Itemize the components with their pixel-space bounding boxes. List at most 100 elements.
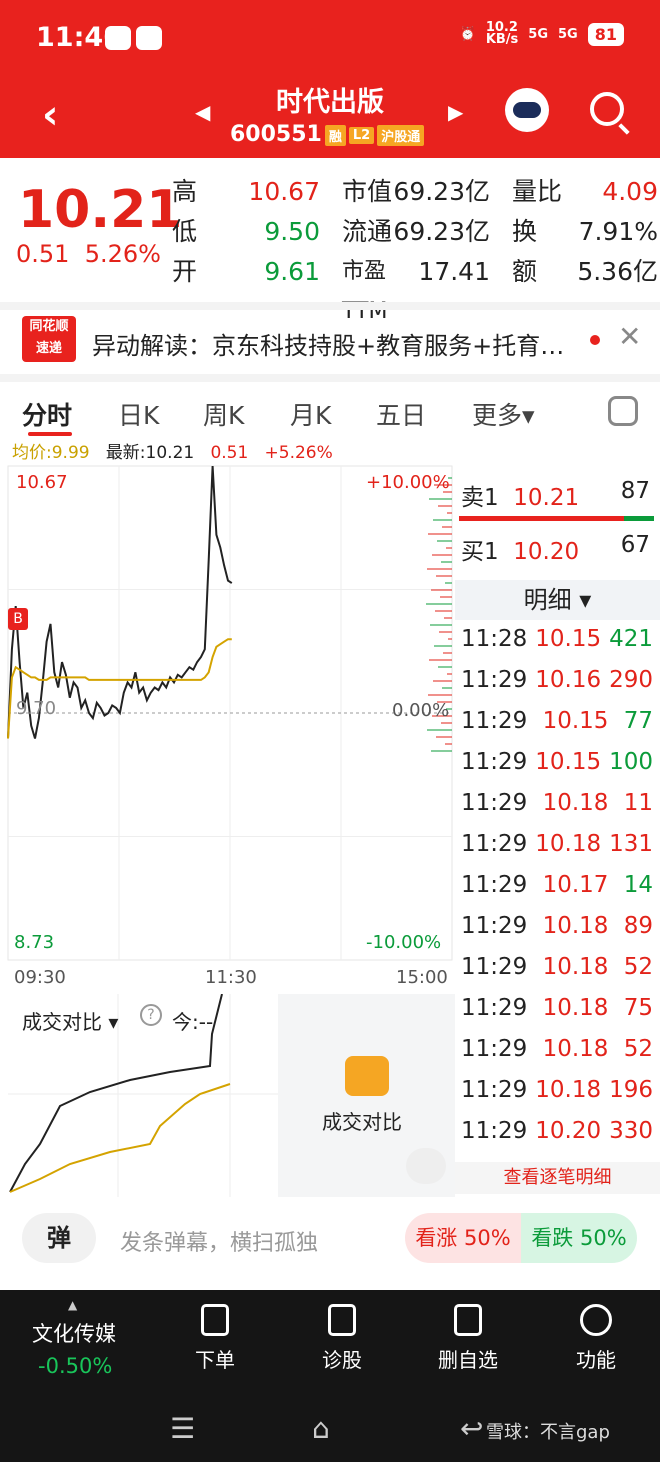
unread-dot bbox=[590, 335, 600, 345]
status-right: ⏰ 10.2 KB/s 5G 5G 81 bbox=[459, 20, 624, 47]
trade-price: 10.18 bbox=[542, 913, 609, 939]
functions-icon bbox=[580, 1304, 612, 1336]
x-label-close: 15:00 bbox=[396, 967, 448, 988]
y-label-high: 10.67 bbox=[16, 472, 68, 493]
quote-col-1: 高 10.67 低 9.50 开 9.61 bbox=[172, 172, 320, 292]
close-icon[interactable]: ✕ bbox=[618, 320, 641, 353]
buy-1-row: 买1 10.20 bbox=[461, 532, 579, 566]
danmaku-input[interactable]: 发条弹幕，横扫孤独 bbox=[120, 1225, 318, 1257]
robot-assistant-icon[interactable] bbox=[505, 88, 549, 132]
chart-svg bbox=[7, 465, 453, 961]
trade-price: 10.17 bbox=[542, 872, 609, 898]
next-stock-icon[interactable]: ▶ bbox=[448, 100, 463, 124]
logo-line-1: 同花顺 bbox=[29, 319, 69, 334]
order-button[interactable]: 下单 bbox=[175, 1304, 255, 1373]
help-icon[interactable]: ? bbox=[140, 1004, 162, 1026]
watermark: 雪球：不言gap bbox=[486, 1422, 610, 1443]
trade-time: 11:29 bbox=[461, 1118, 528, 1144]
tab-intraday[interactable]: 分时 bbox=[22, 396, 72, 432]
float-value: 69.23亿 bbox=[393, 217, 490, 246]
app-notification-icon bbox=[105, 26, 131, 50]
trade-volume: 77 bbox=[623, 708, 653, 734]
trade-volume: 52 bbox=[623, 1036, 653, 1062]
bullish-vote-button[interactable]: 看涨 50% bbox=[405, 1213, 521, 1263]
trade-price: 10.15 bbox=[535, 626, 602, 652]
y-label-mid: 9.70 bbox=[16, 698, 57, 719]
change-value: 0.51 bbox=[16, 240, 70, 268]
vol-ratio-label: 量比 bbox=[512, 177, 563, 206]
x-label-open: 09:30 bbox=[14, 967, 66, 988]
stock-name: 时代出版 bbox=[276, 87, 384, 118]
buy-1-vol: 67 bbox=[620, 532, 650, 558]
trade-time: 11:29 bbox=[461, 872, 528, 898]
trade-time: 11:29 bbox=[461, 1036, 528, 1062]
trade-row: 11:29 10.18 89 bbox=[461, 913, 653, 939]
stock-code: 600551 bbox=[230, 122, 322, 147]
diagnose-button[interactable]: 诊股 bbox=[302, 1304, 382, 1373]
expand-icon[interactable] bbox=[406, 1148, 446, 1184]
mktcap-label: 市值 bbox=[342, 177, 393, 206]
expand-up-icon[interactable]: ▲ bbox=[68, 1298, 77, 1312]
settings-gear-icon[interactable] bbox=[608, 396, 638, 426]
remove-watchlist-button[interactable]: 删自选 bbox=[428, 1304, 508, 1373]
danmaku-toggle[interactable]: 弹 bbox=[22, 1213, 96, 1263]
sector-name[interactable]: 文化传媒 bbox=[32, 1318, 116, 1348]
order-label: 下单 bbox=[195, 1348, 235, 1372]
volume-compare-panel: 成交对比 ▾ ? 今:-- 成交对比 bbox=[0, 993, 455, 1197]
l2-tag: L2 bbox=[348, 126, 375, 144]
news-banner[interactable]: 同花顺速递 异动解读：京东科技持股+教育服务+托育… ✕ bbox=[0, 302, 660, 366]
today-label: 今:-- bbox=[172, 1010, 214, 1034]
lock-label[interactable]: 成交对比 bbox=[322, 1106, 402, 1135]
ratio-bar bbox=[459, 516, 654, 521]
trade-price: 10.18 bbox=[542, 790, 609, 816]
signal-2: 5G bbox=[558, 26, 578, 42]
back-nav-icon[interactable]: ↩ bbox=[460, 1412, 483, 1445]
y-label-low: 8.73 bbox=[14, 932, 55, 953]
tab-more[interactable]: 更多▾ bbox=[472, 396, 535, 432]
y-label-right-high: +10.00% bbox=[366, 472, 450, 493]
home-icon[interactable]: ⌂ bbox=[312, 1412, 330, 1445]
lock-icon[interactable] bbox=[345, 1056, 389, 1096]
remove-watchlist-icon bbox=[454, 1304, 482, 1336]
trade-row: 11:28 10.15 421 bbox=[461, 626, 653, 652]
alarm-icon: ⏰ bbox=[459, 26, 476, 42]
menu-icon[interactable]: ☰ bbox=[170, 1412, 195, 1445]
battery-indicator: 81 bbox=[587, 22, 624, 46]
intraday-chart[interactable]: 10.67 9.70 8.73 +10.00% 0.00% -10.00% 09… bbox=[0, 462, 455, 992]
news-logo: 同花顺 速递 bbox=[22, 316, 76, 362]
sell-1-vol: 87 bbox=[620, 478, 650, 504]
trade-price: 10.18 bbox=[542, 995, 609, 1021]
tab-weekly[interactable]: 周K bbox=[203, 396, 244, 432]
search-icon[interactable] bbox=[590, 92, 624, 126]
trade-time: 11:28 bbox=[461, 626, 528, 652]
logo-line-2: 速递 bbox=[35, 341, 62, 356]
low-value: 9.50 bbox=[264, 217, 320, 246]
connect-tag: 沪股通 bbox=[377, 124, 425, 146]
remove-watchlist-label: 删自选 bbox=[438, 1348, 498, 1372]
detail-dropdown[interactable]: 明细 ▾ bbox=[455, 580, 660, 620]
volume-compare-dropdown[interactable]: 成交对比 ▾ bbox=[22, 1006, 118, 1035]
trade-time: 11:29 bbox=[461, 790, 528, 816]
trade-time: 11:29 bbox=[461, 667, 528, 693]
bearish-vote-button[interactable]: 看跌 50% bbox=[521, 1213, 637, 1263]
trade-row: 11:29 10.15 77 bbox=[461, 708, 653, 734]
trade-price: 10.15 bbox=[542, 708, 609, 734]
diagnose-icon bbox=[328, 1304, 356, 1336]
location-icon bbox=[136, 26, 162, 50]
trade-volume: 100 bbox=[609, 749, 653, 775]
quote-panel: 10.21 0.51 5.26% 高 10.67 低 9.50 开 9.61 市值 69… bbox=[0, 158, 660, 324]
tab-daily[interactable]: 日K bbox=[118, 396, 159, 432]
open-value: 9.61 bbox=[264, 257, 320, 286]
tab-monthly[interactable]: 月K bbox=[290, 396, 331, 432]
functions-button[interactable]: 功能 bbox=[556, 1304, 636, 1373]
trade-volume: 196 bbox=[609, 1077, 653, 1103]
news-text[interactable]: 异动解读：京东科技持股+教育服务+托育… bbox=[92, 326, 564, 361]
amount-value: 5.36亿 bbox=[577, 257, 658, 286]
info-change: 0.51 bbox=[210, 443, 249, 463]
view-all-trades-button[interactable]: 查看逐笔明细 bbox=[455, 1162, 660, 1194]
trade-row: 11:29 10.17 14 bbox=[461, 872, 653, 898]
signal-1: 5G bbox=[528, 26, 549, 42]
trade-row: 11:29 10.18 131 bbox=[461, 831, 653, 857]
net-speed: 10.2 KB/s bbox=[485, 20, 519, 47]
tab-five-day[interactable]: 五日 bbox=[376, 396, 426, 432]
